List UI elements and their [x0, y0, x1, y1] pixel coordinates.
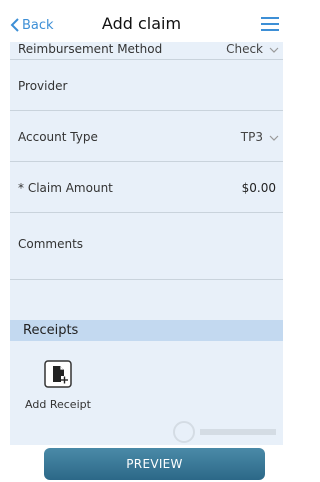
claim-amount-field[interactable]: * Claim Amount $0.00 — [10, 162, 283, 213]
watermark-logo-icon — [173, 421, 276, 443]
provider-label: Provider — [18, 79, 68, 93]
reimbursement-method-label: Reimbursement Method — [18, 42, 163, 56]
preview-button[interactable]: PREVIEW — [44, 448, 265, 480]
claim-amount-label: * Claim Amount — [18, 181, 113, 195]
page-title: Add claim — [101, 14, 182, 33]
account-type-value: TP3 — [240, 130, 263, 144]
comments-field[interactable]: Comments — [10, 213, 283, 280]
receipts-section-header: Receipts — [10, 320, 283, 341]
receipts-header-label: Receipts — [23, 323, 79, 338]
claim-amount-value: $0.00 — [241, 181, 276, 195]
add-document-icon — [44, 360, 72, 388]
claim-form: Reimbursement Method Check Provider Acco… — [10, 42, 283, 445]
add-claim-screen: Back Add claim Reimbursement Method Chec… — [0, 0, 283, 482]
reimbursement-method-field[interactable]: Reimbursement Method Check — [10, 42, 283, 60]
account-type-field[interactable]: Account Type TP3 — [10, 111, 283, 162]
menu-icon[interactable] — [261, 17, 279, 33]
reimbursement-method-value: Check — [226, 42, 263, 56]
add-receipt-label: Add Receipt — [25, 398, 91, 411]
account-type-label: Account Type — [18, 130, 98, 144]
provider-field[interactable]: Provider — [10, 60, 283, 111]
chevron-down-icon — [269, 47, 279, 53]
comments-label: Comments — [18, 237, 84, 251]
add-receipt-button[interactable]: Add Receipt — [18, 360, 98, 411]
nav-bar: Back Add claim — [0, 0, 283, 44]
chevron-down-icon — [269, 135, 279, 141]
